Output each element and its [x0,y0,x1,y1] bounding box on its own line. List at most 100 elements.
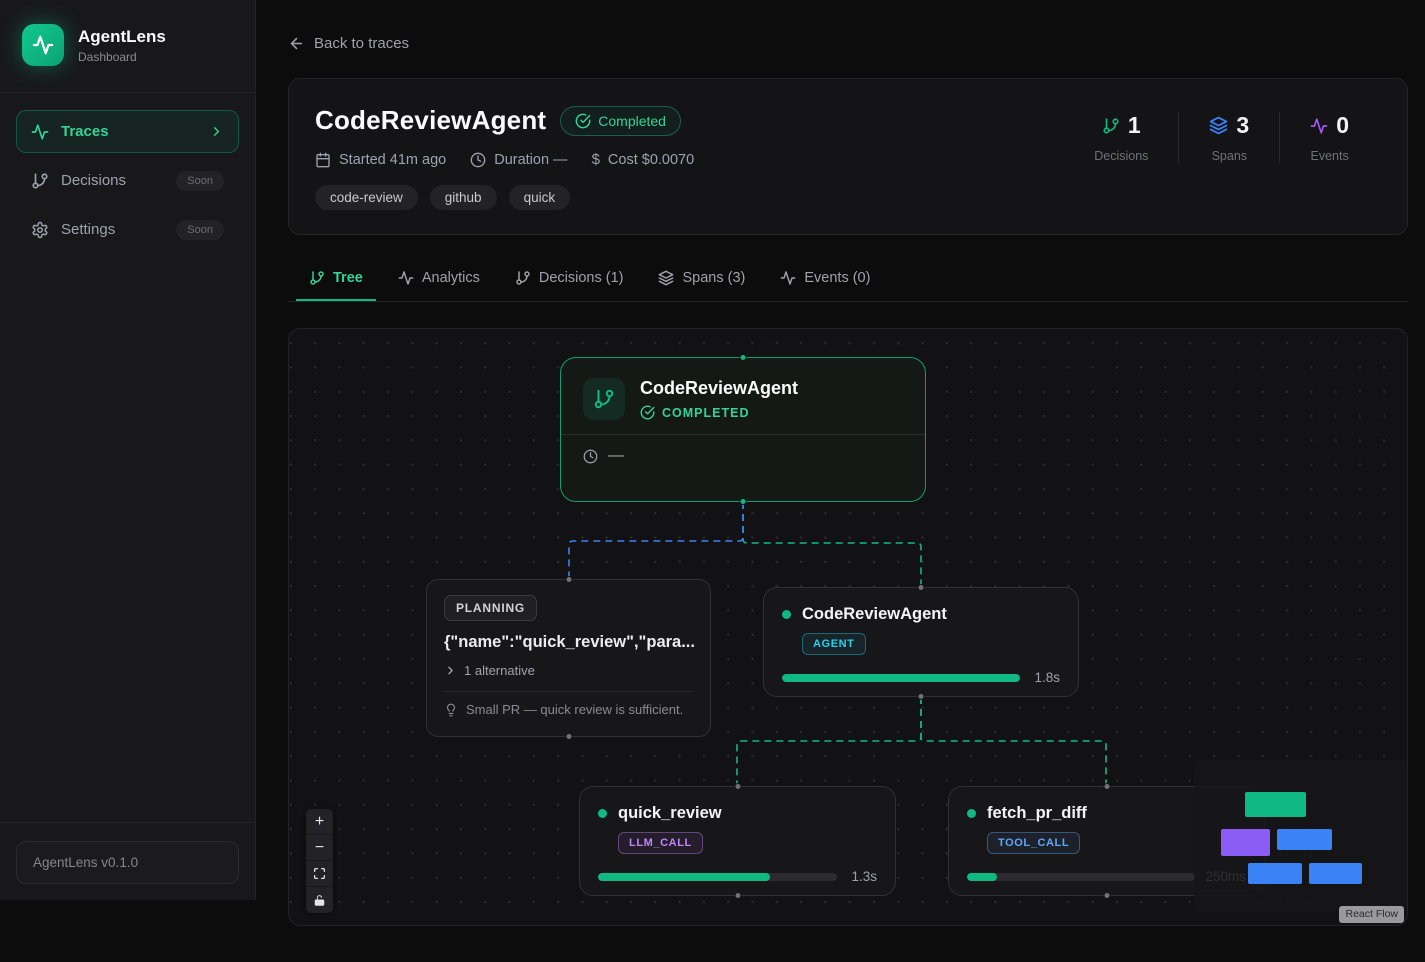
minimap-node-decision [1221,829,1270,856]
duration-bar [782,674,1020,682]
span-type-badge: LLM_CALL [618,832,703,854]
stat-decisions: 1 Decisions [1064,112,1178,163]
tab-spans[interactable]: Spans (3) [645,258,758,301]
decision-summary: {"name":"quick_review","para... [444,633,693,652]
node-span-agent[interactable]: CodeReviewAgent AGENT 1.8s [763,587,1079,697]
tab-label: Analytics [422,270,480,286]
stat-events: 0 Events [1279,112,1379,163]
git-branch-icon [515,270,531,286]
brand-name: AgentLens [78,27,166,47]
lock-button[interactable] [306,887,333,913]
layers-icon [658,270,674,286]
clock-icon [470,152,486,168]
stat-label: Events [1310,149,1349,163]
node-trace-root[interactable]: CodeReviewAgent COMPLETED — [560,357,926,502]
span-title: CodeReviewAgent [802,605,947,624]
tab-label: Events (0) [804,270,870,286]
tag: quick [509,185,571,210]
node-handle [565,733,572,740]
duration-meta: Duration — [470,152,567,168]
alternatives-toggle[interactable]: 1 alternative [444,663,693,678]
git-branch-icon [31,172,49,190]
status-dot [598,809,607,818]
sidebar: AgentLens Dashboard Traces Decisions Soo… [0,0,256,900]
arrow-left-icon [288,35,305,52]
root-node-status: COMPLETED [662,406,749,420]
status-dot [782,610,791,619]
brand: AgentLens Dashboard [0,0,255,92]
check-circle-icon [640,405,655,420]
tab-analytics[interactable]: Analytics [385,258,493,301]
trace-stats: 1 Decisions 3 Spans 0 Events [1064,112,1379,210]
minimap-node-agent [1277,829,1332,850]
duration-bar [967,873,1195,881]
stat-spans: 3 Spans [1178,112,1279,163]
trace-header-left: CodeReviewAgent Completed Started 41m ag… [315,105,694,210]
reactflow-attribution[interactable]: React Flow [1339,906,1404,923]
edge-agent-to-tool [921,697,1106,786]
duration-bar-fill [598,873,770,881]
sidebar-item-settings[interactable]: Settings Soon [16,208,239,251]
span-type-badge: TOOL_CALL [987,832,1080,854]
layers-icon [1209,116,1228,135]
node-span-quick-review[interactable]: quick_review LLM_CALL 1.3s [579,786,896,896]
zoom-out-button[interactable]: − [306,835,333,861]
tags-row: code-review github quick [315,185,694,210]
clock-icon [583,449,598,464]
back-link-label: Back to traces [314,35,409,52]
sidebar-nav: Traces Decisions Soon Settings Soon [0,93,255,274]
stat-value: 3 [1236,112,1249,139]
sidebar-item-label: Settings [61,221,115,238]
span-duration: 1.3s [847,869,877,884]
trace-meta-row: Started 41m ago Duration — $ Cost $0.007… [315,151,694,168]
tag: code-review [315,185,418,210]
app-version: AgentLens v0.1.0 [16,841,239,884]
brand-subtitle: Dashboard [78,50,166,64]
decision-type-badge: PLANNING [444,595,537,621]
back-to-traces-link[interactable]: Back to traces [288,35,409,52]
node-handle [740,498,747,505]
tab-tree[interactable]: Tree [296,258,376,301]
tab-events[interactable]: Events (0) [767,258,883,301]
sidebar-item-traces[interactable]: Traces [16,110,239,153]
fit-view-button[interactable] [306,861,333,887]
git-branch-icon [1102,117,1120,135]
calendar-icon [315,152,331,168]
node-handle [734,892,741,899]
tag: github [430,185,497,210]
status-badge: Completed [560,106,681,136]
span-type-badge: AGENT [802,633,866,655]
chevron-right-icon [209,124,224,139]
sidebar-footer: AgentLens v0.1.0 [0,822,255,900]
rationale-text: Small PR — quick review is sufficient. [466,702,683,717]
alternatives-label: 1 alternative [464,663,535,678]
node-handle [740,354,747,361]
node-handle [734,783,741,790]
activity-icon [1310,117,1328,135]
trace-tabs: Tree Analytics Decisions (1) Spans (3) E… [288,258,1408,302]
started-label: Started 41m ago [339,152,446,168]
node-decision-planning[interactable]: PLANNING {"name":"quick_review","para...… [426,579,711,737]
stat-label: Spans [1209,149,1249,163]
stat-label: Decisions [1094,149,1148,163]
soon-badge: Soon [176,220,224,240]
tab-label: Spans (3) [682,270,745,286]
activity-icon [398,270,414,286]
cost-meta: $ Cost $0.0070 [592,151,695,168]
zoom-in-button[interactable]: + [306,809,333,835]
tab-label: Tree [333,270,363,286]
minimap-node-root [1245,792,1306,817]
maximize-icon [313,867,326,880]
flow-canvas[interactable]: CodeReviewAgent COMPLETED — P [288,328,1408,926]
cost-label: Cost $0.0070 [608,152,694,168]
duration-bar-fill [782,674,1020,682]
chevron-right-icon [444,664,457,677]
tab-decisions[interactable]: Decisions (1) [502,258,637,301]
check-circle-icon [575,113,591,129]
sidebar-item-label: Decisions [61,172,126,189]
divider [444,691,693,692]
sidebar-item-decisions[interactable]: Decisions Soon [16,159,239,202]
flow-minimap[interactable] [1194,760,1408,912]
root-node-duration: — [608,447,624,465]
git-branch-icon [309,270,325,286]
